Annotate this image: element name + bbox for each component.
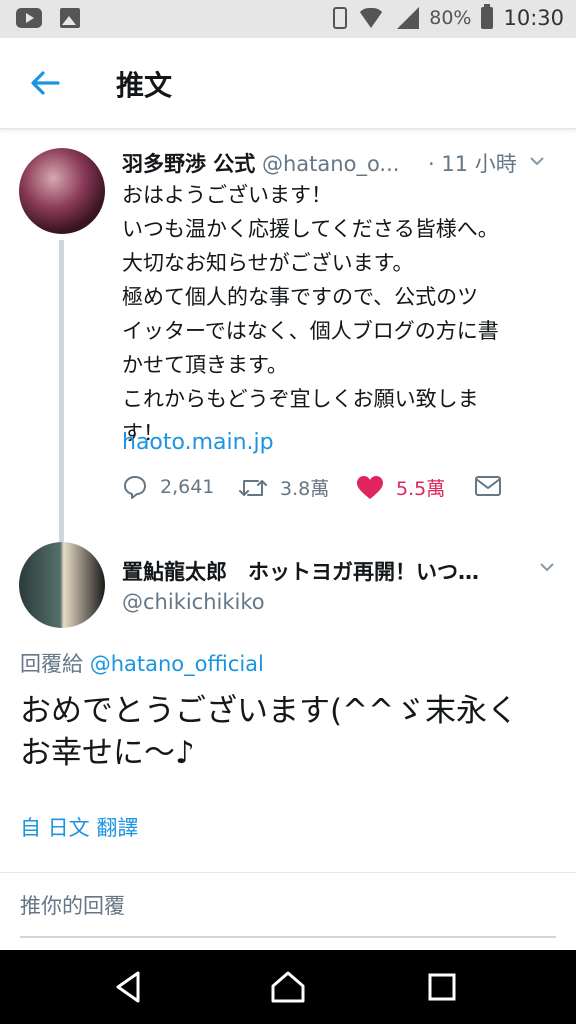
home-icon[interactable] <box>269 968 307 1006</box>
tweet-text: おはようございます！ いつも温かく応援してくださる皆様へ。 大切なお知らせがござ… <box>122 178 562 450</box>
retweet-icon <box>239 479 267 496</box>
reply-author-avatar[interactable] <box>19 542 105 628</box>
clock: 10:30 <box>503 6 564 30</box>
envelope-icon <box>475 476 501 496</box>
reply-text-line: おめでとうございます(^^ゞ末永く <box>20 693 519 729</box>
tweet-time: · 11 小時 <box>428 152 517 176</box>
translate-link[interactable]: 自 日文 翻譯 <box>20 812 138 842</box>
like-button[interactable]: 5.5萬 <box>356 474 445 501</box>
author-name[interactable]: 羽多野渉 公式 <box>122 152 255 176</box>
tweet-header: 羽多野渉 公式 @hatano_o... · 11 小時 <box>122 148 562 178</box>
back-arrow-icon[interactable] <box>28 66 62 100</box>
replying-to-label: 回覆給 <box>20 652 90 676</box>
thread-line <box>59 240 64 542</box>
divider <box>0 872 576 873</box>
recents-icon[interactable] <box>423 968 461 1006</box>
tweet-link[interactable]: haoto.main.jp <box>122 430 274 455</box>
like-count: 5.5萬 <box>396 478 446 500</box>
reply-author-handle[interactable]: @chikichikiko <box>122 590 265 614</box>
retweet-count: 3.8萬 <box>280 478 330 500</box>
vibrate-icon <box>333 7 348 29</box>
tweet-text-line: いつも温かく応援してくださる皆様へ。 <box>122 217 499 241</box>
replying-to: 回覆給 @hatano_official <box>20 648 264 678</box>
chevron-down-icon[interactable] <box>530 154 544 168</box>
dm-button[interactable] <box>474 474 514 498</box>
author-handle[interactable]: @hatano_o... <box>262 152 399 176</box>
back-triangle-icon[interactable] <box>110 968 148 1006</box>
signal-icon <box>395 7 420 29</box>
battery-icon <box>481 4 494 29</box>
tweet-text-line: イッターではなく、個人ブログの方に書 <box>122 319 499 343</box>
retweet-button[interactable]: 3.8萬 <box>238 474 329 501</box>
tweet-text-line: これからもどうぞ宜しくお願い致しま <box>122 387 479 411</box>
status-bar: 80% 10:30 <box>0 0 576 38</box>
chevron-down-icon[interactable] <box>540 560 554 574</box>
reply-icon <box>124 476 146 499</box>
page-title: 推文 <box>116 69 173 102</box>
tweet-text-line: おはようございます！ <box>122 183 332 207</box>
replying-to-handle[interactable]: @hatano_official <box>90 652 264 676</box>
wifi-icon <box>357 8 386 28</box>
youtube-notification-icon <box>16 8 42 28</box>
tweet-text-line: かせて頂きます。 <box>122 353 288 377</box>
tweet-text-line: 大切なお知らせがございます。 <box>122 251 414 275</box>
reply-author-name[interactable]: 置鮎龍太郎 ホットヨガ再開！いつ… <box>122 556 479 586</box>
reply-text-line: お幸せに〜♪ <box>20 735 195 771</box>
tweet-text-line: 極めて個人的な事ですので、公式のツ <box>122 285 479 309</box>
image-notification-icon <box>60 8 80 28</box>
navigation-bar <box>0 950 576 1024</box>
author-avatar[interactable] <box>19 148 105 234</box>
reply-input[interactable]: 推你的回覆 <box>20 890 556 938</box>
reply-count: 2,641 <box>160 476 215 498</box>
app-bar: 推文 <box>0 38 576 129</box>
tweet-actions: 2,641 3.8萬 5.5萬 <box>122 474 542 510</box>
battery-percent: 80% <box>429 7 472 29</box>
reply-text: おめでとうございます(^^ゞ末永く お幸せに〜♪ <box>20 690 560 774</box>
reply-button[interactable]: 2,641 <box>122 474 214 500</box>
heart-icon <box>357 475 383 499</box>
